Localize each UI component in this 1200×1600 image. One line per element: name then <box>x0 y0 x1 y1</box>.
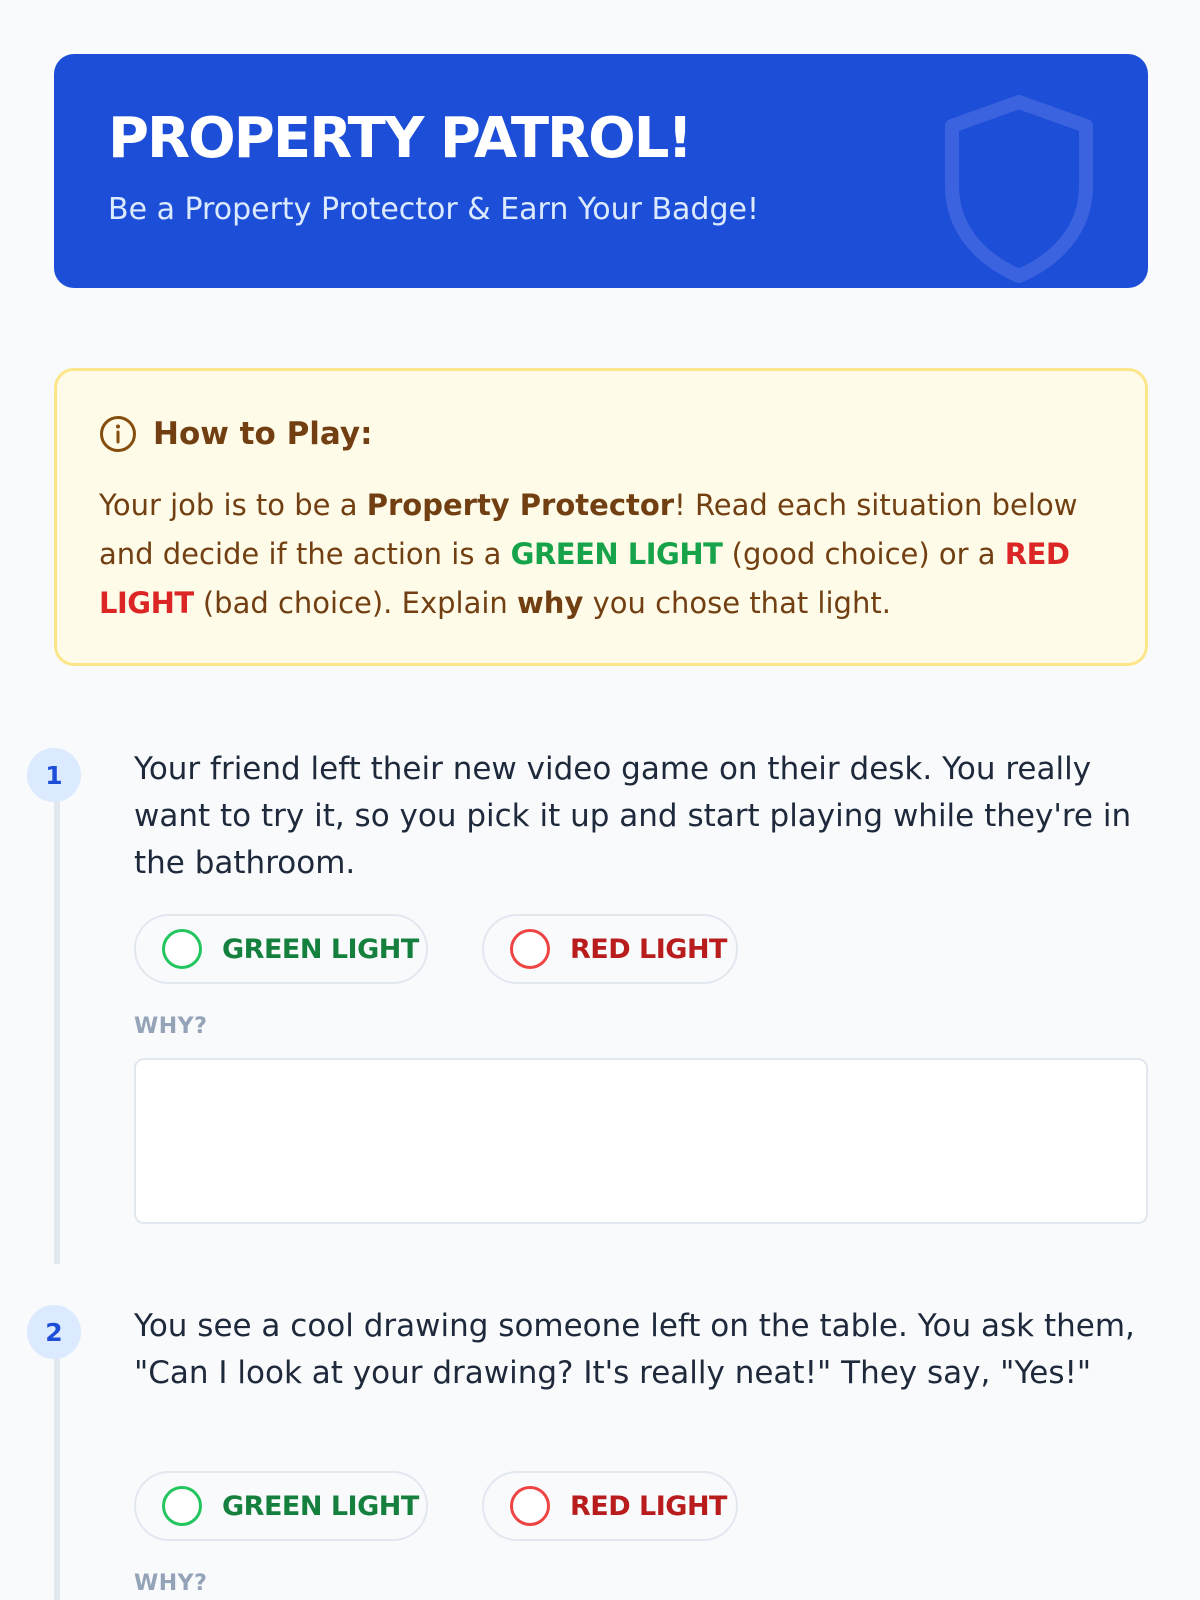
question-timeline-line <box>54 788 60 1264</box>
why-label: WHY? <box>134 1571 208 1596</box>
red-light-label: RED LIGHT <box>570 1490 727 1522</box>
instructions-text-part: (bad choice). Explain <box>193 586 518 620</box>
green-light-label: GREEN LIGHT <box>222 933 419 965</box>
page-subtitle: Be a Property Protector & Earn Your Badg… <box>108 192 760 227</box>
radio-ring-icon <box>162 1486 202 1526</box>
radio-ring-icon <box>162 929 202 969</box>
green-light-button[interactable]: GREEN LIGHT <box>134 1471 428 1541</box>
page-title: PROPERTY PATROL! <box>108 106 693 171</box>
radio-ring-icon <box>510 1486 550 1526</box>
info-icon <box>100 416 136 452</box>
red-light-button[interactable]: RED LIGHT <box>482 1471 738 1541</box>
question-text: You see a cool drawing someone left on t… <box>134 1308 1135 1391</box>
instructions-text: Your job is to be a Property Protector! … <box>99 481 1109 628</box>
instructions-text-part: Your job is to be a <box>99 488 367 522</box>
green-light-button[interactable]: GREEN LIGHT <box>134 914 428 984</box>
question-number-badge: 2 <box>27 1305 81 1359</box>
why-answer-field[interactable] <box>134 1058 1148 1224</box>
instructions-text-part: you chose that light. <box>583 586 891 620</box>
red-light-label: RED LIGHT <box>570 933 727 965</box>
header-banner: PROPERTY PATROL! Be a Property Protector… <box>54 54 1148 288</box>
why-label: WHY? <box>134 1014 208 1039</box>
red-light-button[interactable]: RED LIGHT <box>482 914 738 984</box>
instructions-title: How to Play: <box>153 416 373 452</box>
instructions-text-part: (good choice) or a <box>722 537 1005 571</box>
instructions-emphasis-why: why <box>517 586 584 620</box>
green-light-keyword: GREEN LIGHT <box>510 537 723 571</box>
instructions-header: How to Play: <box>99 415 373 453</box>
question-timeline-line <box>54 1345 60 1600</box>
instructions-panel: How to Play: Your job is to be a Propert… <box>54 368 1148 666</box>
radio-ring-icon <box>510 929 550 969</box>
green-light-label: GREEN LIGHT <box>222 1490 419 1522</box>
question-number-badge: 1 <box>27 748 81 802</box>
question-text: Your friend left their new video game on… <box>134 751 1132 881</box>
shield-icon <box>945 95 1093 283</box>
instructions-emphasis-protector: Property Protector <box>366 488 675 522</box>
